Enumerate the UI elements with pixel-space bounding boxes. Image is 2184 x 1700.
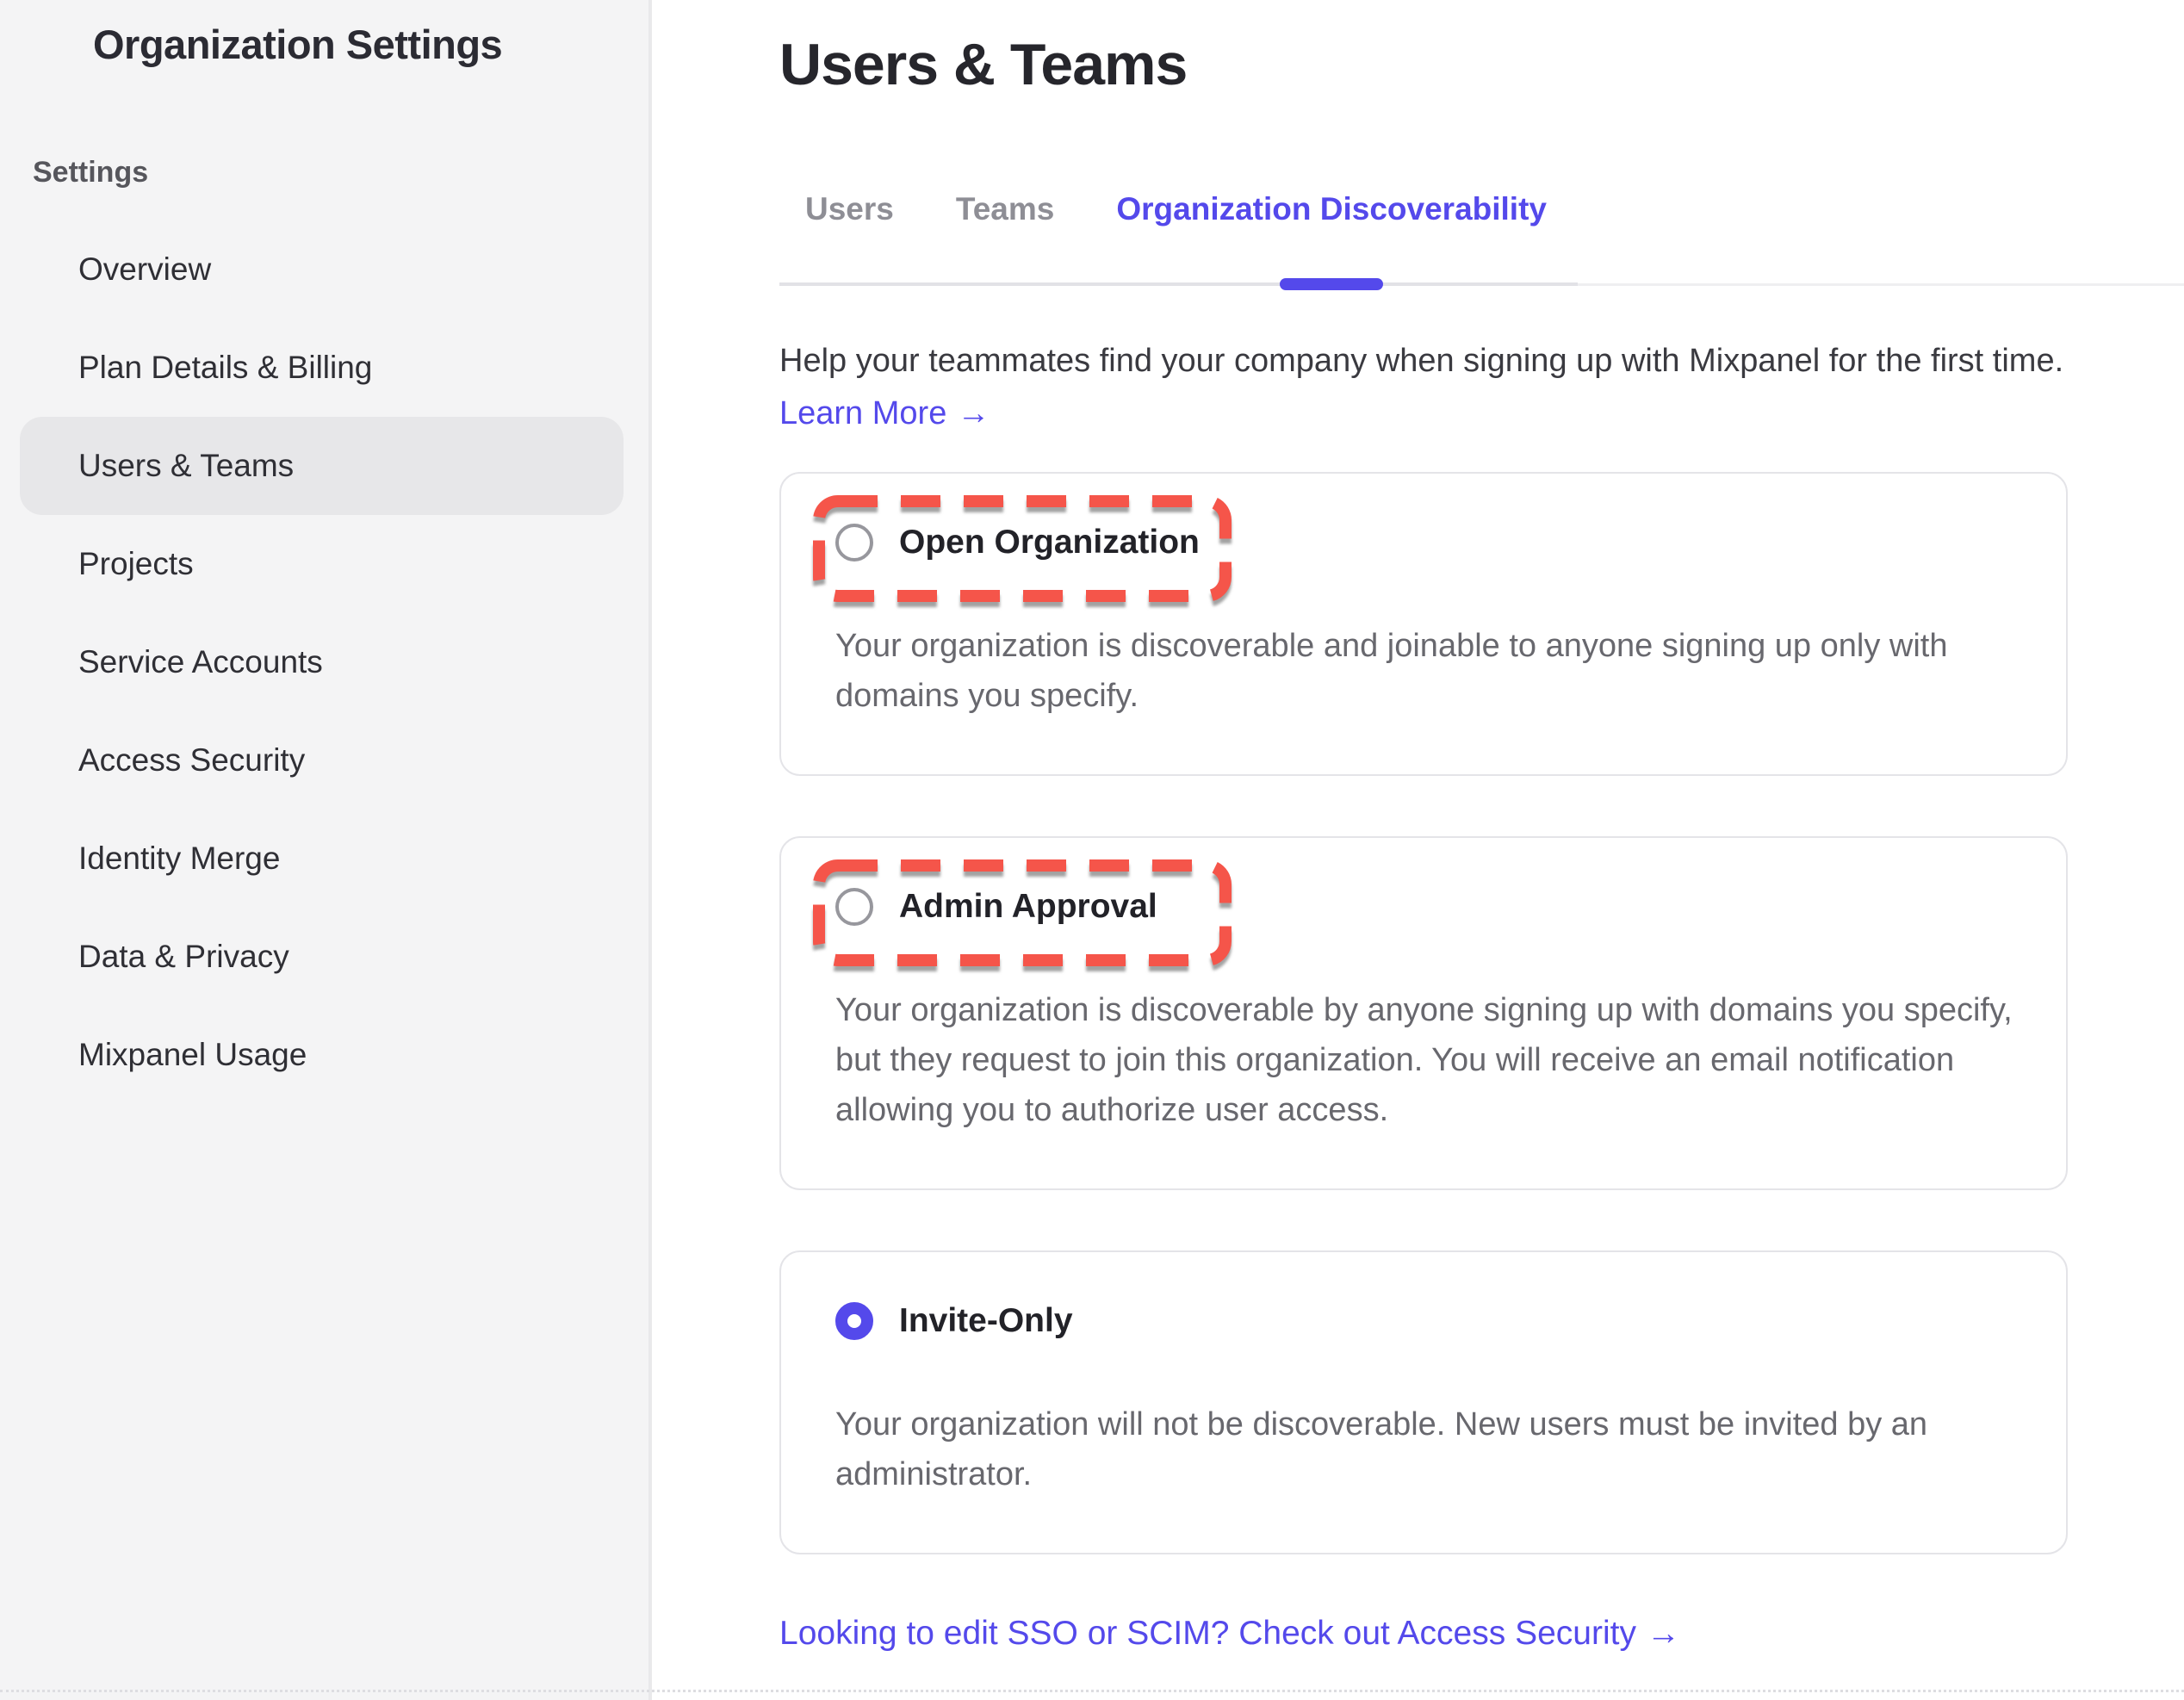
- sidebar-item-label: Service Accounts: [78, 644, 323, 680]
- sidebar-item-users-teams[interactable]: Users & Teams: [20, 417, 624, 515]
- option-label[interactable]: Invite-Only: [899, 1302, 1073, 1340]
- learn-more-link[interactable]: Learn More →: [779, 395, 990, 432]
- radio-invite-only[interactable]: [835, 1302, 873, 1340]
- option-row: Invite-Only: [835, 1302, 1073, 1340]
- sidebar-item-plan-details-billing[interactable]: Plan Details & Billing: [20, 319, 624, 417]
- sidebar-item-projects[interactable]: Projects: [20, 515, 624, 613]
- main-content: Users & Teams Users Teams Organization D…: [652, 0, 2184, 1700]
- arrow-right-icon: →: [1647, 1615, 1680, 1653]
- sidebar: Organization Settings Settings Overview …: [0, 0, 652, 1700]
- tab-teams[interactable]: Teams: [956, 191, 1055, 282]
- sidebar-nav: Overview Plan Details & Billing Users & …: [0, 220, 648, 1104]
- sidebar-item-mixpanel-usage[interactable]: Mixpanel Usage: [20, 1006, 624, 1104]
- radio-open-organization[interactable]: [835, 524, 873, 561]
- sidebar-item-label: Access Security: [78, 742, 305, 779]
- option-label[interactable]: Open Organization: [899, 524, 1200, 561]
- sidebar-item-label: Overview: [78, 251, 211, 288]
- tab-organization-discoverability[interactable]: Organization Discoverability: [1116, 191, 1547, 282]
- option-row: Open Organization: [835, 524, 1200, 561]
- option-card-invite-only: Invite-Only Your organization will not b…: [779, 1250, 2068, 1554]
- access-security-link[interactable]: Looking to edit SSO or SCIM? Check out A…: [779, 1615, 1680, 1653]
- option-card-admin-approval: Admin Approval Your organization is disc…: [779, 836, 2068, 1190]
- sidebar-item-identity-merge[interactable]: Identity Merge: [20, 810, 624, 908]
- sidebar-item-access-security[interactable]: Access Security: [20, 711, 624, 810]
- sidebar-item-label: Plan Details & Billing: [78, 350, 372, 386]
- option-label[interactable]: Admin Approval: [899, 888, 1157, 926]
- sidebar-title: Organization Settings: [0, 21, 648, 68]
- page-title: Users & Teams: [779, 31, 2158, 98]
- option-card-open-organization: Open Organization Your organization is d…: [779, 472, 2068, 776]
- arrow-right-icon: →: [957, 395, 990, 432]
- learn-more-label: Learn More: [779, 395, 946, 432]
- tab-list: Users Teams Organization Discoverability: [779, 191, 1578, 286]
- sidebar-item-label: Projects: [78, 546, 194, 582]
- sidebar-item-label: Identity Merge: [78, 841, 280, 877]
- tab-bar: Users Teams Organization Discoverability: [779, 191, 2158, 286]
- sidebar-section-label: Settings: [0, 156, 648, 189]
- sidebar-item-overview[interactable]: Overview: [20, 220, 624, 319]
- tab-users[interactable]: Users: [805, 191, 894, 282]
- sidebar-item-label: Users & Teams: [78, 448, 294, 484]
- bottom-divider: [0, 1690, 2184, 1692]
- sidebar-item-data-privacy[interactable]: Data & Privacy: [20, 908, 624, 1006]
- sidebar-item-service-accounts[interactable]: Service Accounts: [20, 613, 624, 711]
- intro-text: Help your teammates find your company wh…: [779, 343, 2158, 380]
- radio-admin-approval[interactable]: [835, 888, 873, 926]
- access-security-link-label: Looking to edit SSO or SCIM? Check out A…: [779, 1615, 1636, 1653]
- option-description: Your organization will not be discoverab…: [835, 1399, 2018, 1499]
- sidebar-item-label: Data & Privacy: [78, 939, 289, 975]
- option-description: Your organization is discoverable by any…: [835, 985, 2018, 1135]
- option-description: Your organization is discoverable and jo…: [835, 621, 2018, 721]
- option-row: Admin Approval: [835, 888, 1157, 926]
- sidebar-item-label: Mixpanel Usage: [78, 1037, 307, 1073]
